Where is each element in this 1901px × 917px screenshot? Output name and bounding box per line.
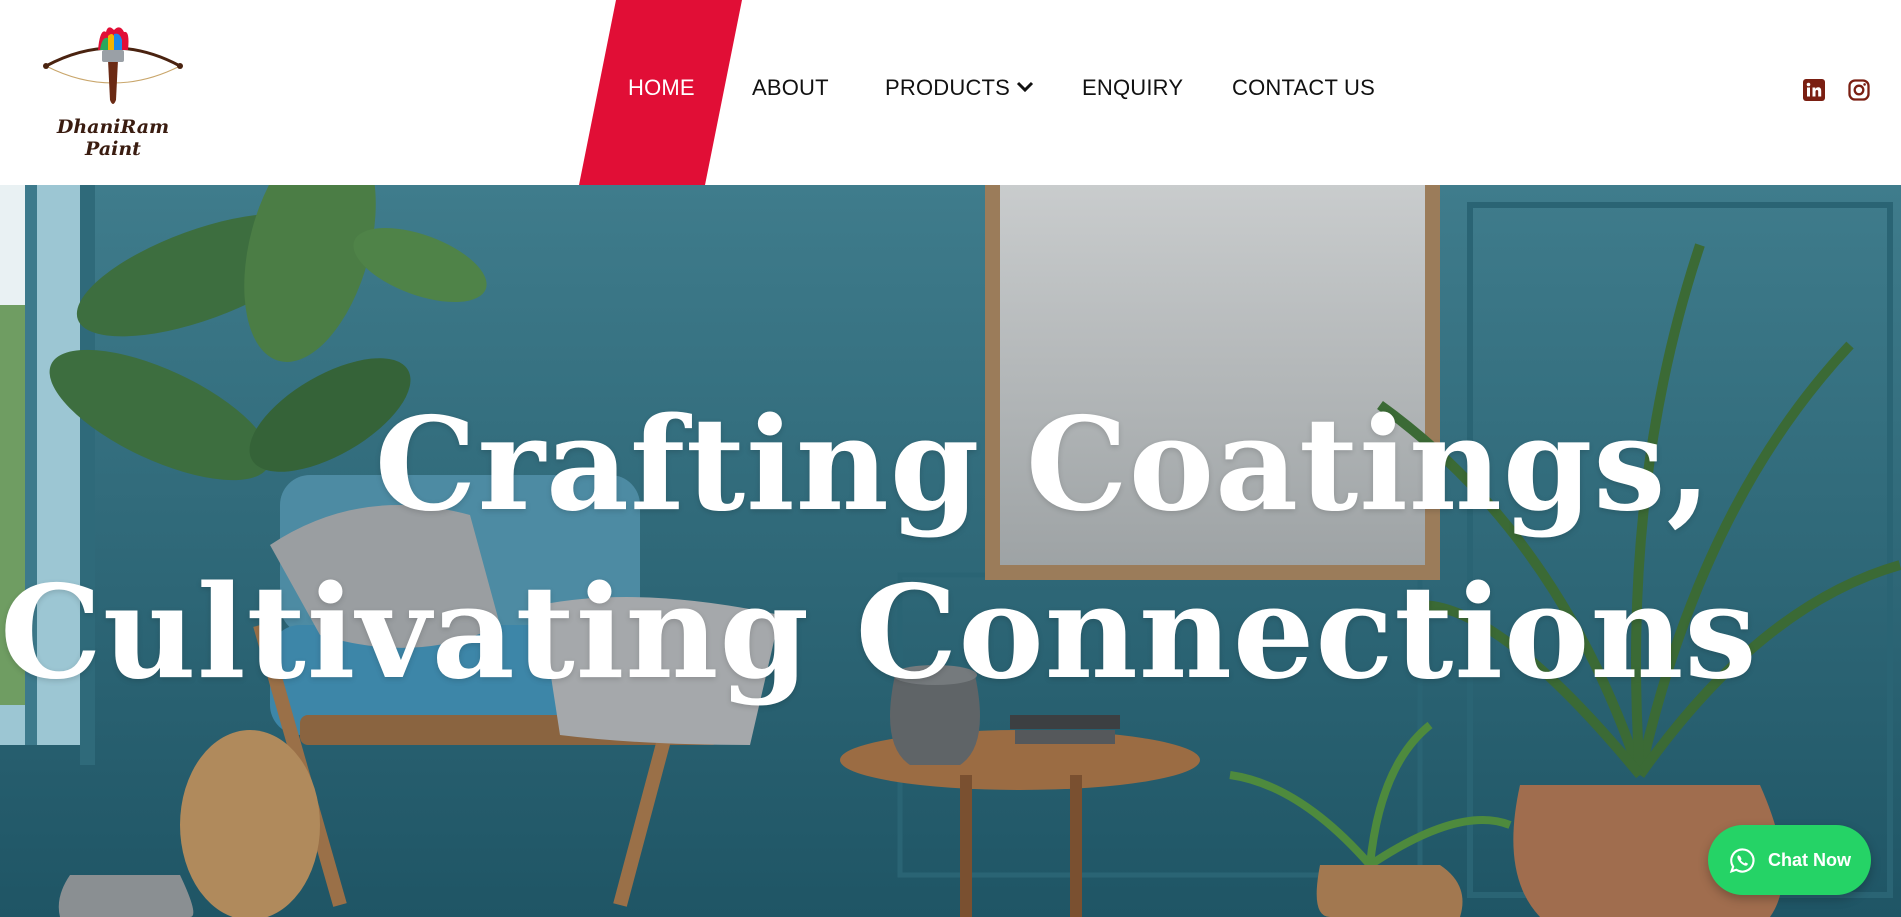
main-nav: HOME ABOUT PRODUCTS ENQUIRY CONTACT US — [0, 0, 1901, 185]
linkedin-icon[interactable] — [1802, 78, 1826, 102]
nav-item-home[interactable]: HOME — [628, 73, 695, 103]
nav-item-enquiry[interactable]: ENQUIRY — [1082, 73, 1183, 103]
hero-headline-line2: Cultivating Connections — [0, 557, 1758, 708]
whatsapp-icon — [1729, 848, 1755, 873]
hero-headline: Crafting Coatings, Cultivating Connectio… — [0, 381, 1758, 717]
nav-item-contact-us[interactable]: CONTACT US — [1232, 73, 1375, 103]
nav-item-about[interactable]: ABOUT — [752, 73, 829, 103]
nav-item-products-label: PRODUCTS — [885, 75, 1011, 100]
chat-now-button[interactable]: Chat Now — [1708, 825, 1871, 895]
chevron-down-icon — [1017, 82, 1034, 93]
site-header: DhaniRam Paint HOME ABOUT PRODUCTS ENQUI… — [0, 0, 1901, 185]
hero-section: Crafting Coatings, Cultivating Connectio… — [0, 185, 1901, 917]
instagram-icon[interactable] — [1847, 78, 1871, 102]
chat-now-label: Chat Now — [1768, 850, 1851, 870]
hero-headline-line1: Crafting Coatings, — [374, 389, 1712, 540]
nav-item-products[interactable]: PRODUCTS — [885, 73, 1034, 103]
